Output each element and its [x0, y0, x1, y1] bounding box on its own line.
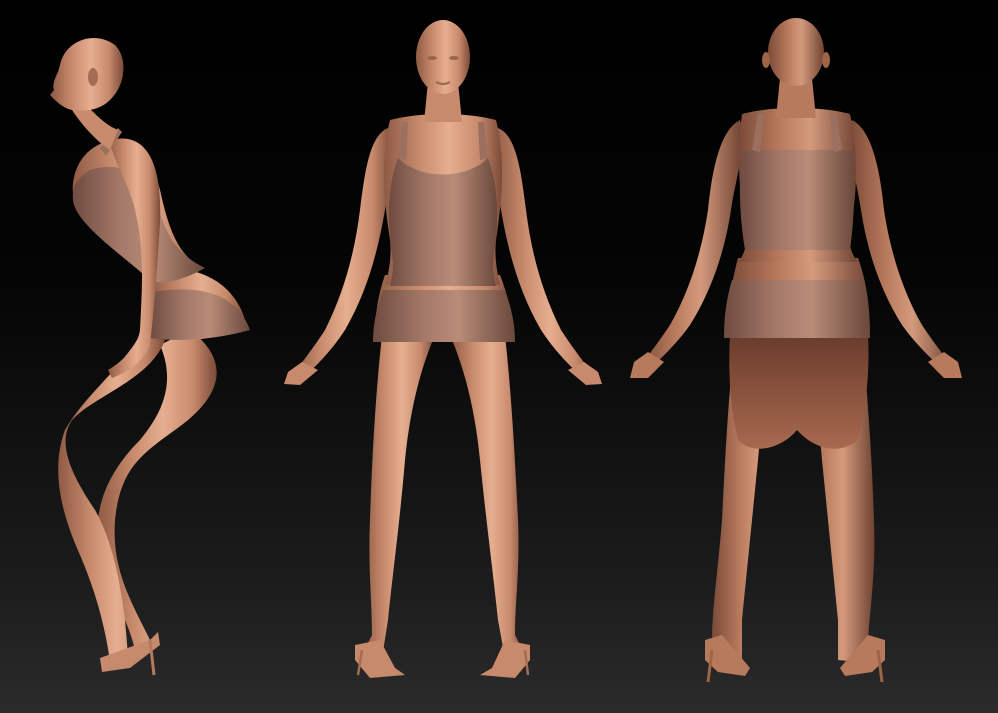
figure-front-view	[284, 20, 602, 678]
figure-back-view	[630, 18, 962, 683]
figure-side-view	[50, 37, 250, 676]
render-viewport	[0, 0, 998, 713]
sculpt-render	[50, 18, 962, 683]
